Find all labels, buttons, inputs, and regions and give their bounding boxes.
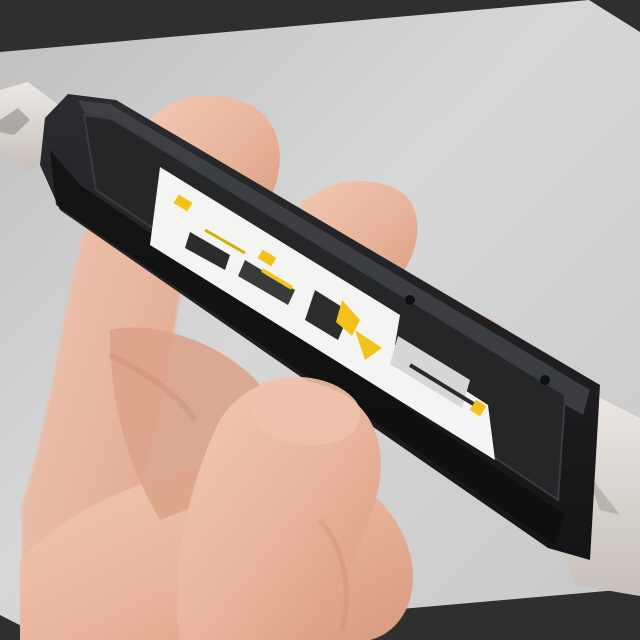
rotated-photo: [0, 0, 640, 640]
rivet-right: [540, 375, 550, 385]
rivet-lower: [531, 505, 541, 515]
photo-canvas: [0, 0, 640, 640]
photo-frame: [0, 0, 640, 640]
photo-scene: [0, 0, 640, 640]
rivet-upper: [405, 295, 415, 305]
